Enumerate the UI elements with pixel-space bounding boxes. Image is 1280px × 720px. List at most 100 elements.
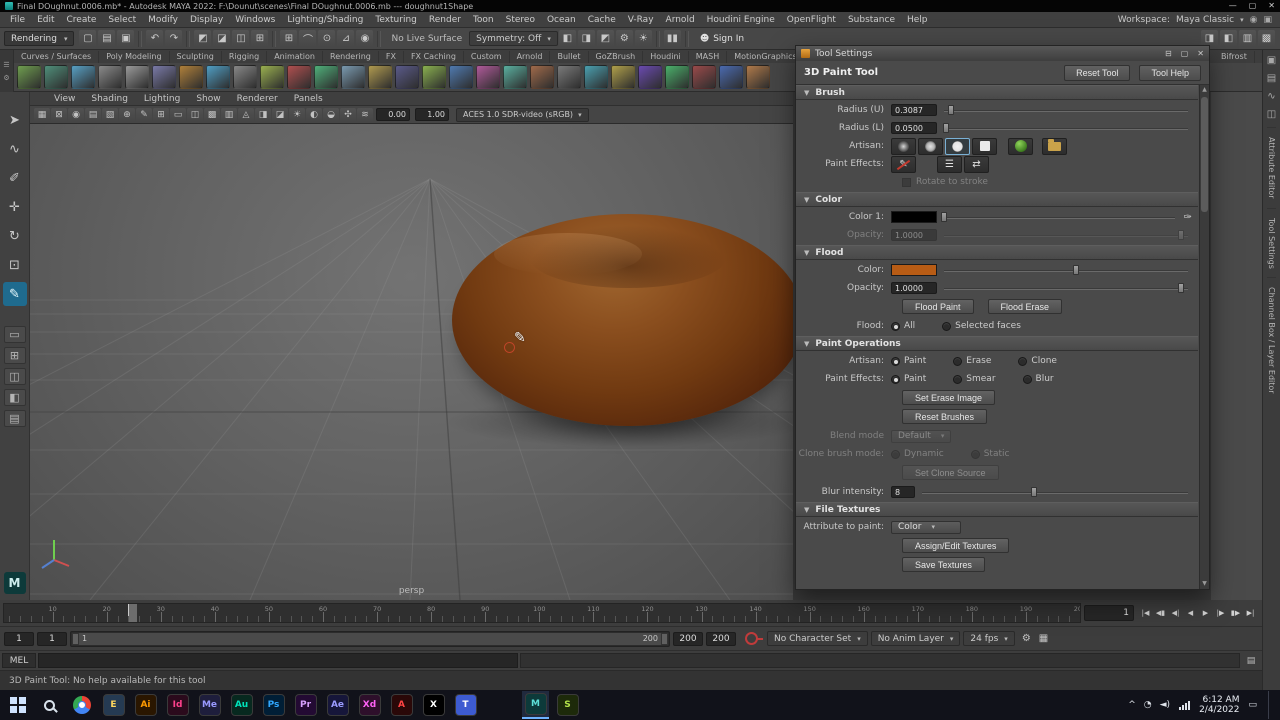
- hard-brush-button[interactable]: [945, 138, 970, 155]
- menu-display[interactable]: Display: [184, 15, 229, 25]
- safe-action-icon[interactable]: ◬: [238, 108, 254, 122]
- audition-icon[interactable]: Au: [228, 691, 255, 719]
- shelf-tab-custom[interactable]: Custom: [464, 51, 510, 63]
- shelf-tab-fx[interactable]: FX: [379, 51, 404, 63]
- tool-settings-titlebar[interactable]: Tool Settings ⊟ ▢ ✕: [796, 46, 1209, 61]
- menu-lighting-shading[interactable]: Lighting/Shading: [281, 15, 369, 25]
- shelf-tab-rendering[interactable]: Rendering: [323, 51, 379, 63]
- section-flood[interactable]: ▼ Flood: [796, 245, 1198, 260]
- pfx-list-button[interactable]: ☰: [937, 156, 962, 173]
- radio-static[interactable]: [971, 450, 980, 459]
- shelf-tool-icon[interactable]: [719, 65, 743, 89]
- menu-select[interactable]: Select: [102, 15, 142, 25]
- toggle-tool-settings-icon[interactable]: ◧: [1220, 30, 1237, 47]
- assign-edit-textures-button[interactable]: Assign/Edit Textures: [902, 538, 1009, 553]
- viewport-canvas[interactable]: ✎ persp: [30, 124, 793, 600]
- shelf-tool-icon[interactable]: [692, 65, 716, 89]
- show-desktop-button[interactable]: [1268, 691, 1271, 719]
- anti-aliasing-icon[interactable]: ≋: [357, 108, 373, 122]
- menu-texturing[interactable]: Texturing: [369, 15, 423, 25]
- exposure-field[interactable]: 0.00: [376, 108, 410, 121]
- two-d-pan-zoom-icon[interactable]: ⊕: [119, 108, 135, 122]
- ao-icon[interactable]: ◒: [323, 108, 339, 122]
- color-opacity-field[interactable]: 1.0000: [891, 229, 937, 241]
- symmetry-dropdown[interactable]: Symmetry: Off ▾: [469, 31, 558, 46]
- pfx-brush-button[interactable]: ✎: [891, 156, 916, 173]
- make-live-icon[interactable]: ◉: [356, 30, 373, 47]
- shelf-tool-icon[interactable]: [17, 65, 41, 89]
- browse-brush-button[interactable]: [1042, 138, 1067, 155]
- blend-mode-dropdown[interactable]: Default ▾: [891, 430, 951, 443]
- two-pane-layout-icon[interactable]: ◫: [4, 368, 26, 385]
- toggle-channel-box-icon[interactable]: ▥: [1239, 30, 1256, 47]
- shelf-tool-icon[interactable]: [503, 65, 527, 89]
- play-forward-button[interactable]: ▶: [1199, 604, 1212, 622]
- rotate-tool-icon[interactable]: ↻: [3, 224, 27, 248]
- tray-expand-icon[interactable]: ^: [1128, 700, 1136, 710]
- xd-icon[interactable]: Xd: [356, 691, 383, 719]
- substance-icon[interactable]: S: [554, 691, 581, 719]
- search-button[interactable]: [36, 691, 63, 719]
- shelf-tool-icon[interactable]: [557, 65, 581, 89]
- menu-openflight[interactable]: OpenFlight: [781, 15, 842, 25]
- radio-paint[interactable]: [891, 357, 900, 366]
- dock-icon[interactable]: ⊟: [1165, 49, 1172, 58]
- menu-toon[interactable]: Toon: [467, 15, 500, 25]
- current-frame-field[interactable]: 1: [1084, 605, 1134, 621]
- radio-paint[interactable]: [891, 375, 900, 384]
- ipr-render-icon[interactable]: ◩: [597, 30, 614, 47]
- x-app-icon[interactable]: X: [420, 691, 447, 719]
- shelf-menu-icon[interactable]: ☰: [3, 61, 9, 69]
- snap-grid-icon[interactable]: ⊞: [280, 30, 297, 47]
- shelf-tab-houdini[interactable]: Houdini: [643, 51, 689, 63]
- maya-taskbar-icon[interactable]: M: [522, 691, 549, 719]
- paint-select-tool-icon[interactable]: ✐: [3, 166, 27, 190]
- shelf-tab-animation[interactable]: Animation: [267, 51, 323, 63]
- outliner-layout-icon[interactable]: ▤: [4, 410, 26, 427]
- shelf-tool-icon[interactable]: [206, 65, 230, 89]
- menu-v-ray[interactable]: V-Ray: [622, 15, 660, 25]
- menu-edit[interactable]: Edit: [31, 15, 60, 25]
- single-pane-layout-icon[interactable]: ▭: [4, 326, 26, 343]
- file-explorer-icon[interactable]: E: [100, 691, 127, 719]
- anim-layer-dropdown[interactable]: No Anim Layer ▾: [871, 631, 961, 646]
- radius-l-field[interactable]: 0.0500: [891, 122, 937, 134]
- shelf-tool-icon[interactable]: [368, 65, 392, 89]
- auto-keyframe-icon[interactable]: [745, 632, 758, 645]
- shelf-tool-icon[interactable]: [341, 65, 365, 89]
- shelf-tab-poly-modeling[interactable]: Poly Modeling: [99, 51, 169, 63]
- restore-icon[interactable]: ▢: [1181, 49, 1189, 58]
- animation-end-field[interactable]: 200: [706, 632, 736, 646]
- move-tool-icon[interactable]: ✛: [3, 195, 27, 219]
- radius-u-slider[interactable]: [944, 104, 1188, 116]
- radio-blur[interactable]: [1023, 375, 1032, 384]
- playback-start-field[interactable]: 1: [37, 632, 67, 646]
- shelf-tab-bifrost[interactable]: Bifrost: [1214, 51, 1255, 63]
- shelf-tool-icon[interactable]: [287, 65, 311, 89]
- layout-lock-icon[interactable]: ▣: [1263, 15, 1272, 25]
- shelf-tool-icon[interactable]: [638, 65, 662, 89]
- shelf-tool-icon[interactable]: [314, 65, 338, 89]
- shelf-tab-curves-surfaces[interactable]: Curves / Surfaces: [14, 51, 99, 63]
- premiere-icon[interactable]: Pr: [292, 691, 319, 719]
- select-component-icon[interactable]: ◫: [232, 30, 249, 47]
- gate-mask-icon[interactable]: ▩: [204, 108, 220, 122]
- snap-point-icon[interactable]: ⊙: [318, 30, 335, 47]
- grease-pencil-icon[interactable]: ✎: [136, 108, 152, 122]
- shelf-tool-icon[interactable]: [611, 65, 635, 89]
- shelf-tool-icon[interactable]: [395, 65, 419, 89]
- shelf-tool-icon[interactable]: [179, 65, 203, 89]
- rotate-to-stroke-checkbox[interactable]: [902, 178, 911, 187]
- radio-all[interactable]: [891, 322, 900, 331]
- shelf-tab-arnold[interactable]: Arnold: [510, 51, 551, 63]
- bookmarks-icon[interactable]: ▤: [85, 108, 101, 122]
- film-gate-icon[interactable]: ▭: [170, 108, 186, 122]
- attribute-to-paint-dropdown[interactable]: Color ▾: [891, 521, 961, 534]
- color-opacity-slider[interactable]: [944, 229, 1188, 241]
- select-object-icon[interactable]: ◪: [213, 30, 230, 47]
- shelf-tab-motiongraphics[interactable]: MotionGraphics: [727, 51, 804, 63]
- playback-options-icon[interactable]: ⚙: [1018, 633, 1035, 644]
- shelf-tab-mash[interactable]: MASH: [689, 51, 727, 63]
- set-erase-image-button[interactable]: Set Erase Image: [902, 390, 995, 405]
- shelf-tool-icon[interactable]: [233, 65, 257, 89]
